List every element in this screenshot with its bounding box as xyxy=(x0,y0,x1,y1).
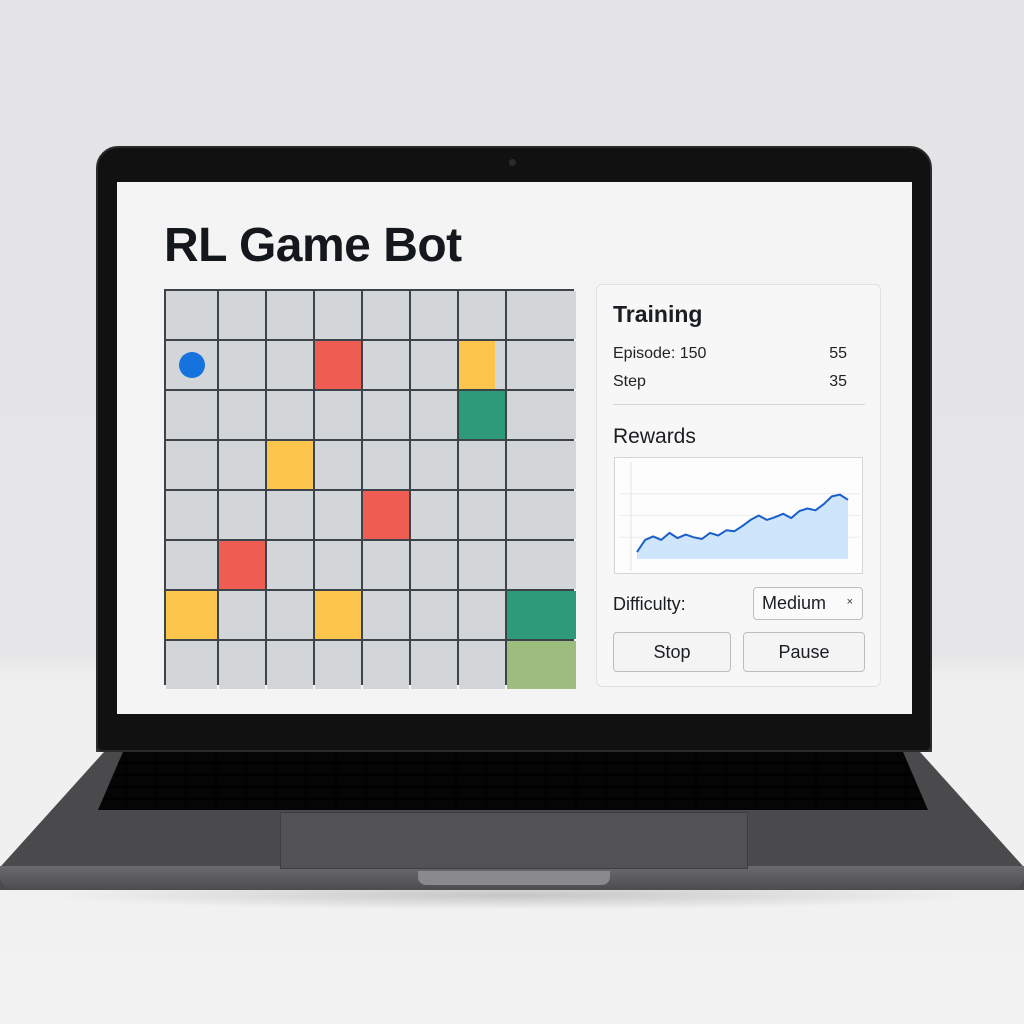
grid-cell xyxy=(219,641,265,689)
grid-cell xyxy=(166,491,217,539)
grid-cell xyxy=(507,391,576,439)
grid-cell xyxy=(166,391,217,439)
grid-cell xyxy=(363,541,409,589)
difficulty-select[interactable]: Medium × xyxy=(753,587,863,620)
dropdown-caret-icon: × xyxy=(846,596,853,608)
grid-cell xyxy=(507,491,576,539)
grid-cell-lightgreen xyxy=(507,641,576,689)
grid-cell xyxy=(315,391,361,439)
episode-value: 55 xyxy=(829,345,847,362)
grid-cell xyxy=(315,441,361,489)
camera-icon xyxy=(509,159,516,166)
grid-cell-red xyxy=(363,491,409,539)
grid-cell xyxy=(315,491,361,539)
grid-cell xyxy=(411,491,457,539)
rewards-heading: Rewards xyxy=(613,425,696,448)
grid-cell-green xyxy=(507,591,576,639)
grid-cell xyxy=(507,541,576,589)
keyboard xyxy=(98,752,928,810)
grid-cell xyxy=(166,291,217,339)
grid-cell xyxy=(315,541,361,589)
app-title: RL Game Bot xyxy=(164,219,462,272)
grid-cell xyxy=(267,591,313,639)
grid-cell xyxy=(507,441,576,489)
grid-cell xyxy=(507,341,576,389)
grid-cell xyxy=(459,641,505,689)
grid-cell-yellow xyxy=(315,591,361,639)
training-panel: Training Episode: 150 55 Step 35 Rewards… xyxy=(596,284,881,687)
grid-cell-yellow xyxy=(267,441,313,489)
grid-cell xyxy=(459,441,505,489)
grid-cell xyxy=(267,341,313,389)
grid-cell xyxy=(459,591,505,639)
grid-cell xyxy=(459,541,505,589)
grid-cell xyxy=(459,491,505,539)
game-board[interactable] xyxy=(164,289,576,689)
grid-cell xyxy=(166,541,217,589)
grid-cell-green xyxy=(459,391,505,439)
rewards-chart-svg xyxy=(619,462,860,571)
grid-cell xyxy=(363,591,409,639)
grid-cell xyxy=(363,341,409,389)
grid-cell xyxy=(267,291,313,339)
stop-button[interactable]: Stop xyxy=(613,632,731,672)
grid-cell xyxy=(411,591,457,639)
grid-cell-half-yellow xyxy=(459,341,505,389)
grid-cell-agent xyxy=(166,341,217,389)
divider xyxy=(613,404,865,405)
lid-notch xyxy=(418,871,610,885)
grid-cell xyxy=(219,441,265,489)
grid-cell xyxy=(315,291,361,339)
grid-cell xyxy=(459,291,505,339)
grid-cell xyxy=(219,341,265,389)
grid-cell xyxy=(166,641,217,689)
grid-cell xyxy=(411,341,457,389)
trackpad xyxy=(280,812,748,869)
grid-cell xyxy=(411,291,457,339)
grid-cell xyxy=(411,541,457,589)
grid-cell xyxy=(219,291,265,339)
difficulty-value: Medium xyxy=(762,593,827,613)
grid-cell xyxy=(267,491,313,539)
grid-cell xyxy=(507,291,576,339)
grid-cell xyxy=(411,441,457,489)
grid-cell xyxy=(363,441,409,489)
grid-cell xyxy=(219,591,265,639)
grid-cell xyxy=(219,391,265,439)
grid-cell xyxy=(267,391,313,439)
grid-cell xyxy=(267,541,313,589)
grid-cell xyxy=(315,641,361,689)
grid-cell xyxy=(219,491,265,539)
grid-cell-yellow xyxy=(166,591,217,639)
grid-cell-red xyxy=(219,541,265,589)
grid-cell xyxy=(363,641,409,689)
episode-label: Episode: 150 xyxy=(613,345,707,362)
grid-cell-red xyxy=(315,341,361,389)
grid-cell xyxy=(166,441,217,489)
step-value: 35 xyxy=(829,373,847,390)
panel-heading: Training xyxy=(613,301,703,327)
grid-cell xyxy=(411,391,457,439)
step-label: Step xyxy=(613,373,646,390)
pause-button[interactable]: Pause xyxy=(743,632,865,672)
grid-cell xyxy=(411,641,457,689)
grid-cell xyxy=(363,291,409,339)
difficulty-label: Difficulty: xyxy=(613,594,686,614)
grid-cell xyxy=(363,391,409,439)
app-screen: RL Game Bot Training Episode: 150 55 Ste… xyxy=(117,182,912,714)
agent-marker xyxy=(178,352,205,378)
grid-cell xyxy=(267,641,313,689)
rewards-chart xyxy=(614,457,863,574)
